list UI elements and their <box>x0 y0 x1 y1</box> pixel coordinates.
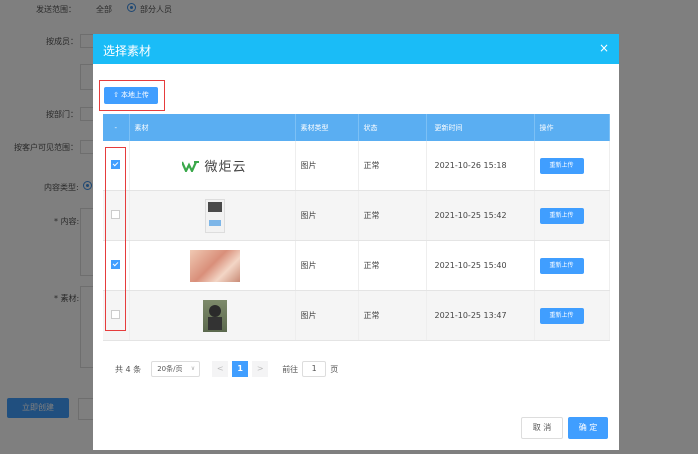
material-updated: 2021-10-25 13:47 <box>426 290 535 341</box>
close-icon[interactable]: × <box>599 41 609 55</box>
row-checkbox[interactable] <box>111 160 121 169</box>
material-updated: 2021-10-26 15:18 <box>426 141 535 191</box>
page-size-value: 20条/页 <box>157 365 183 373</box>
material-thumbnail <box>202 299 227 332</box>
goto-label: 前往 <box>282 364 299 374</box>
dialog-header: 选择素材 × <box>93 34 619 64</box>
reupload-button[interactable]: 重新上传 <box>539 207 584 224</box>
material-status: 正常 <box>358 190 427 241</box>
select-material-dialog: 选择素材 × ⇧ 本地上传 - 素材 素材类型 状态 更新时间 操作 微炬云 图… <box>93 34 619 450</box>
material-updated: 2021-10-25 15:42 <box>426 190 535 241</box>
current-page-button[interactable]: 1 <box>232 361 249 377</box>
col-type: 素材类型 <box>295 114 359 141</box>
reupload-button[interactable]: 重新上传 <box>539 257 584 274</box>
cancel-button[interactable]: 取 消 <box>521 417 563 439</box>
material-type: 图片 <box>295 290 359 341</box>
table-header-row: - 素材 素材类型 状态 更新时间 操作 <box>103 114 610 141</box>
next-page-button[interactable]: > <box>252 361 269 377</box>
col-status: 状态 <box>358 114 427 141</box>
row-checkbox[interactable] <box>111 310 121 319</box>
row-checkbox[interactable] <box>111 260 121 269</box>
material-type: 图片 <box>295 190 359 241</box>
table-row: 图片 正常 2021-10-25 13:47 重新上传 <box>103 290 610 341</box>
table-row: 图片 正常 2021-10-25 15:42 重新上传 <box>103 190 610 241</box>
material-type: 图片 <box>295 141 359 191</box>
material-status: 正常 <box>358 290 427 341</box>
local-upload-label: 本地上传 <box>120 91 149 99</box>
dialog-title: 选择素材 <box>103 44 152 58</box>
upload-arrow-icon: ⇧ <box>113 91 119 99</box>
col-material: 素材 <box>129 114 296 141</box>
prev-page-button[interactable]: < <box>212 361 229 377</box>
reupload-button[interactable]: 重新上传 <box>539 157 584 174</box>
logo-icon <box>182 160 200 172</box>
material-thumbnail <box>204 198 225 233</box>
row-checkbox[interactable] <box>111 210 121 219</box>
col-select: - <box>103 114 130 141</box>
table-row: 微炬云 图片 正常 2021-10-26 15:18 重新上传 <box>103 141 610 191</box>
material-status: 正常 <box>358 240 427 291</box>
local-upload-button[interactable]: ⇧ 本地上传 <box>104 87 158 104</box>
pagination: 共 4 条 20条/页 ∨ < 1 > 前往 1 页 <box>115 361 338 377</box>
upload-highlight-box: ⇧ 本地上传 <box>99 80 165 111</box>
table-row: 图片 正常 2021-10-25 15:40 重新上传 <box>103 240 610 291</box>
page-size-select[interactable]: 20条/页 ∨ <box>151 361 201 377</box>
pagination-total: 共 4 条 <box>115 364 142 374</box>
material-table: - 素材 素材类型 状态 更新时间 操作 微炬云 图片 正常 2021-10-2… <box>103 114 610 341</box>
material-status: 正常 <box>358 141 427 191</box>
logo-text: 微炬云 <box>204 160 247 175</box>
goto-page-input[interactable]: 1 <box>302 361 327 377</box>
col-action: 操作 <box>534 114 610 141</box>
col-updated: 更新时间 <box>426 114 535 141</box>
page-suffix: 页 <box>330 364 339 374</box>
material-updated: 2021-10-25 15:40 <box>426 240 535 291</box>
chevron-down-icon: ∨ <box>190 365 196 372</box>
material-thumbnail: 微炬云 <box>135 156 295 175</box>
material-type: 图片 <box>295 240 359 291</box>
reupload-button[interactable]: 重新上传 <box>539 307 584 324</box>
material-thumbnail <box>189 249 240 282</box>
confirm-button[interactable]: 确 定 <box>568 417 608 439</box>
